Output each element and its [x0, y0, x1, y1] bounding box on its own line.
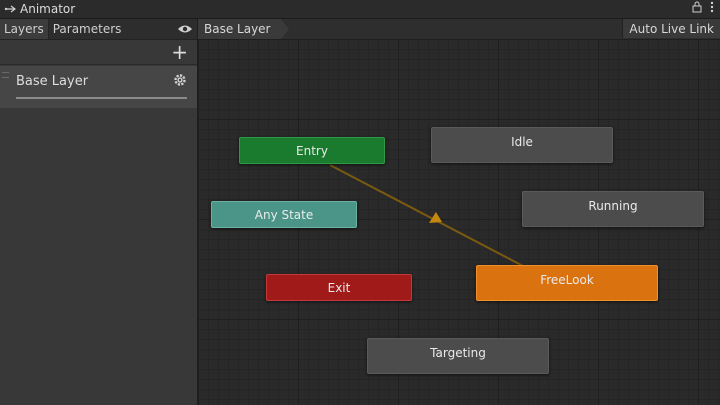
breadcrumb: Base Layer Auto Live Link [198, 19, 720, 40]
state-idle[interactable]: Idle [431, 127, 613, 163]
layer-weight-slider[interactable] [16, 97, 187, 99]
state-any-state[interactable]: Any State [211, 201, 357, 228]
panel-tabs: Layers Parameters [0, 19, 197, 40]
window-title-bar: Animator [0, 0, 720, 19]
state-entry[interactable]: Entry [239, 137, 385, 164]
layers-panel: Layers Parameters + Base Layer [0, 19, 198, 405]
lock-icon[interactable] [692, 1, 702, 16]
auto-live-link-button[interactable]: Auto Live Link [622, 19, 720, 38]
breadcrumb-base-layer[interactable]: Base Layer [198, 19, 288, 39]
layer-name: Base Layer [16, 74, 89, 89]
state-freelook[interactable]: FreeLook [476, 265, 658, 301]
more-options-icon[interactable] [710, 1, 714, 16]
tab-parameters[interactable]: Parameters [47, 19, 126, 39]
add-layer-button[interactable]: + [171, 42, 188, 62]
animator-icon [3, 2, 17, 16]
add-layer-row: + [0, 40, 197, 65]
drag-handle-icon[interactable] [2, 72, 9, 78]
state-targeting[interactable]: Targeting [367, 338, 549, 374]
gear-icon[interactable] [172, 72, 188, 88]
layer-item-base-layer[interactable]: Base Layer [0, 66, 197, 108]
state-machine-graph[interactable]: Base Layer Auto Live Link Entry Idle Any… [198, 19, 720, 405]
eye-icon[interactable] [177, 21, 193, 37]
window-title: Animator [20, 2, 76, 16]
tab-layers[interactable]: Layers [0, 19, 48, 39]
state-exit[interactable]: Exit [266, 274, 412, 301]
transition-entry-to-freelook[interactable] [329, 164, 524, 267]
state-running[interactable]: Running [522, 191, 704, 227]
